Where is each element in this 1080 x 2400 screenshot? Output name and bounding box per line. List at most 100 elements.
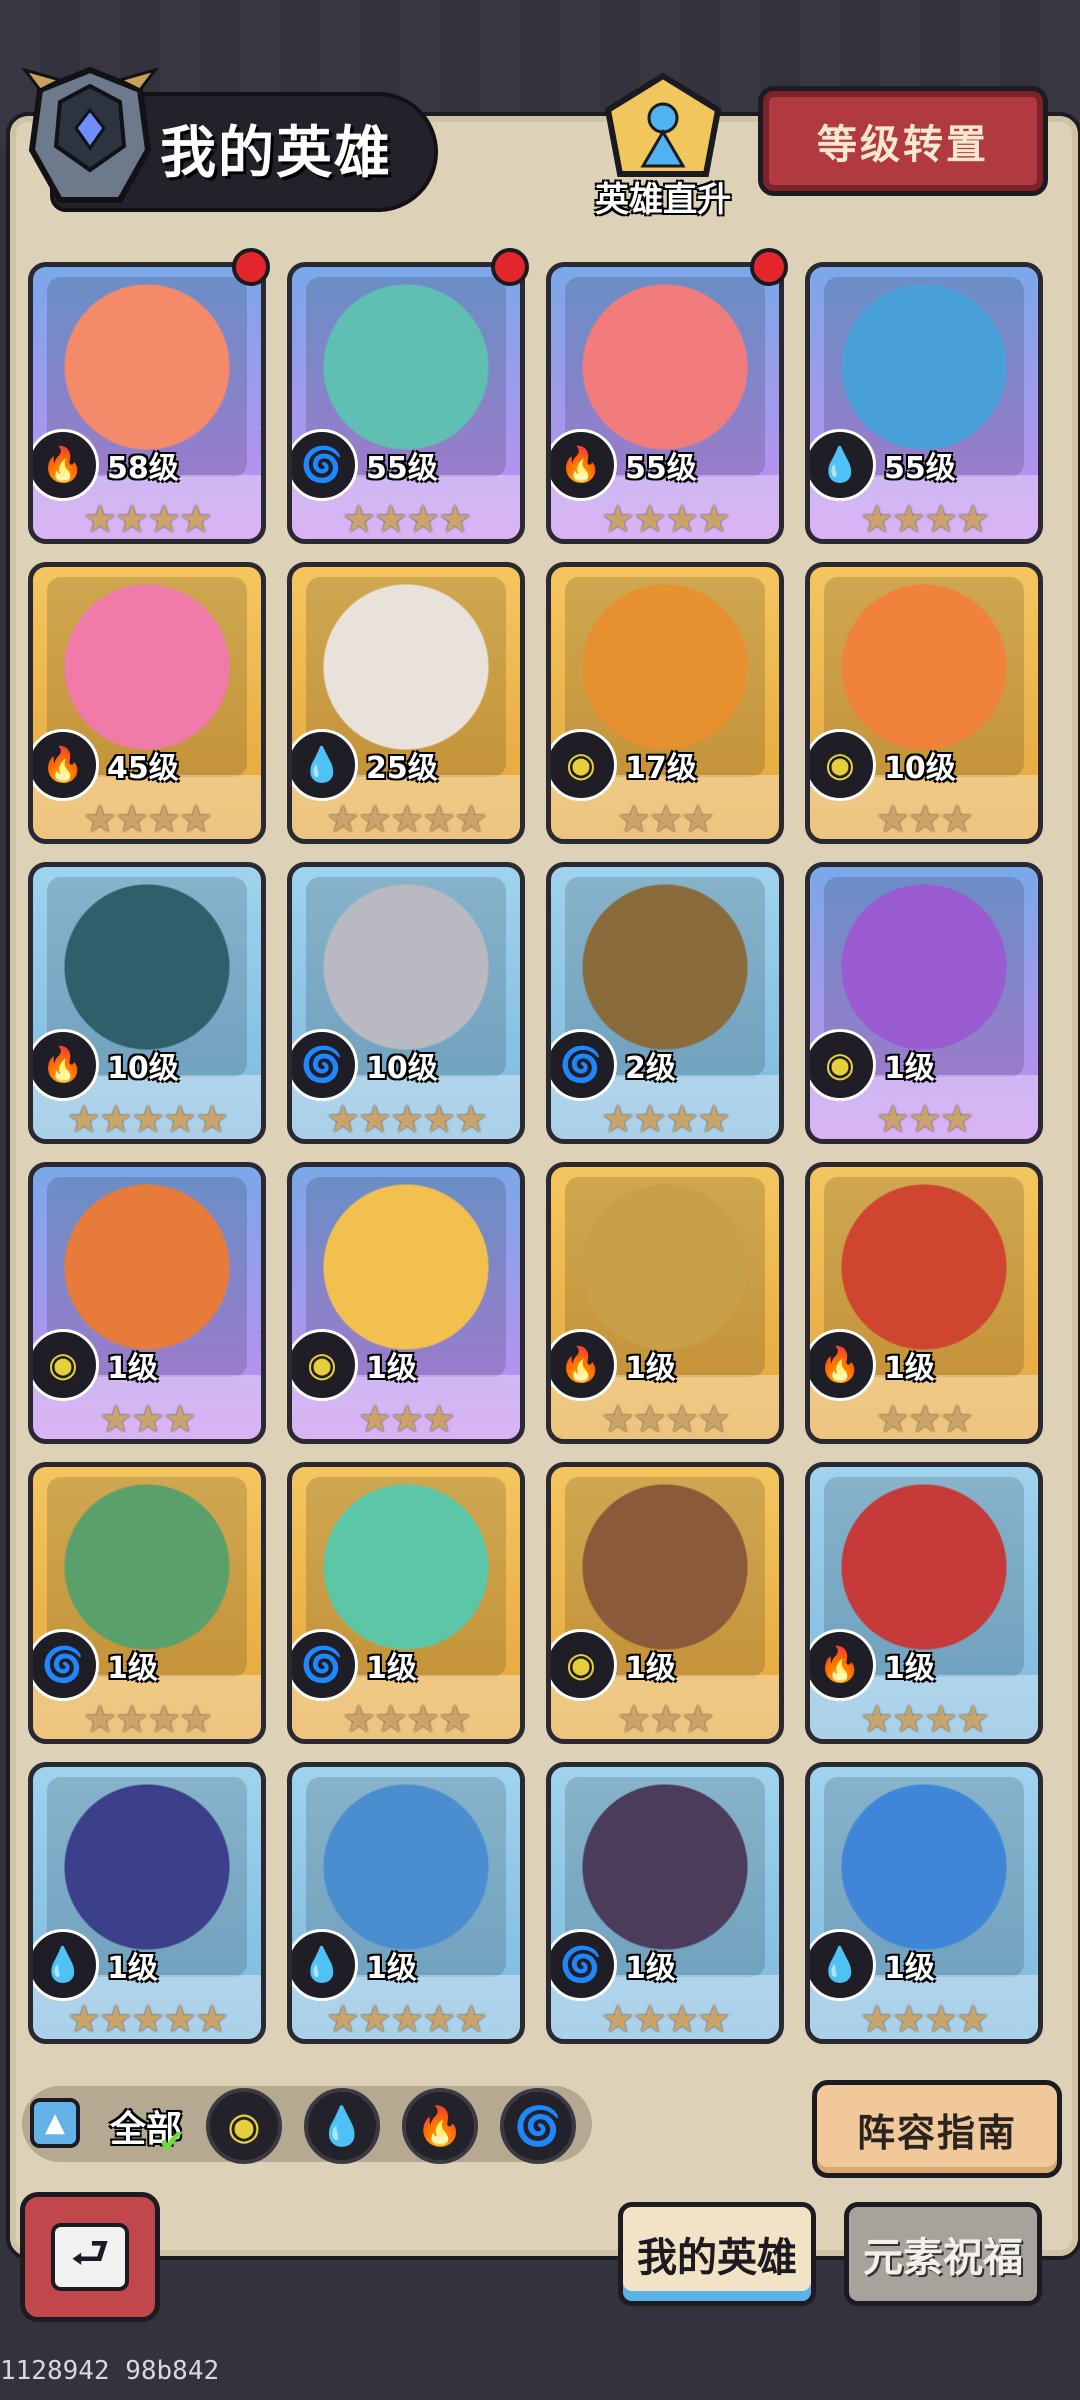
star-rating: ★★★★	[600, 497, 731, 541]
hero-direct-up-label: 英雄直升	[595, 180, 731, 220]
hero-card[interactable]: 🌀 1级 ★★★★	[28, 1462, 266, 1744]
fire-element-icon: 🔥	[33, 1029, 99, 1101]
star-rating: ★★★★	[341, 497, 472, 541]
filter-earth-icon[interactable]: ◉	[206, 2088, 282, 2164]
earth-element-icon: ◉	[810, 1029, 876, 1101]
level-transfer-button[interactable]: 等级转置	[758, 86, 1048, 196]
fire-element-icon: 🔥	[810, 1329, 876, 1401]
earth-element-icon: ◉	[33, 1329, 99, 1401]
hero-level: 1级	[625, 1951, 676, 1986]
tab-element-blessing-label: 元素祝福	[863, 2235, 1023, 2281]
hero-level: 10级	[107, 1051, 179, 1086]
hero-card[interactable]: 🔥 1级 ★★★★	[546, 1162, 784, 1444]
back-arrow-icon: ⮐	[51, 2223, 129, 2291]
fire-element-icon: 🔥	[33, 429, 99, 501]
star-rating: ★★★	[875, 797, 974, 841]
hero-level: 58级	[107, 451, 179, 486]
hero-card[interactable]: 🔥 58级 ★★★★	[28, 262, 266, 544]
star-rating: ★★★★	[600, 1997, 731, 2041]
hero-card[interactable]: 🔥 55级 ★★★★	[546, 262, 784, 544]
hero-level: 1级	[107, 1351, 158, 1386]
filter-fire-icon[interactable]: 🔥	[402, 2088, 478, 2164]
hero-card[interactable]: 🔥 10级 ★★★★★	[28, 862, 266, 1144]
page-title: 我的英雄	[160, 121, 392, 186]
hero-card[interactable]: ◉ 1级 ★★★	[28, 1162, 266, 1444]
hero-level: 1级	[884, 1351, 935, 1386]
lineup-guide-button[interactable]: 阵容指南	[812, 2080, 1062, 2178]
star-rating: ★★★★★	[325, 1997, 488, 2041]
star-rating: ★★★★	[859, 1997, 990, 2041]
star-rating: ★★★★	[600, 1097, 731, 1141]
tab-my-heroes[interactable]: 我的英雄	[618, 2202, 816, 2306]
hero-level: 1级	[884, 1951, 935, 1986]
hero-card[interactable]: 🌀 1级 ★★★★	[546, 1762, 784, 2044]
hero-card[interactable]: 🔥 45级 ★★★★	[28, 562, 266, 844]
hero-level: 45级	[107, 751, 179, 786]
hero-card[interactable]: 🌀 2级 ★★★★	[546, 862, 784, 1144]
fire-element-icon: 🔥	[551, 1329, 617, 1401]
hero-card[interactable]: 🌀 10级 ★★★★★	[287, 862, 525, 1144]
hero-card[interactable]: 🌀 55级 ★★★★	[287, 262, 525, 544]
star-rating: ★★★	[616, 797, 715, 841]
filter-wind-icon[interactable]: 🌀	[500, 2088, 576, 2164]
star-rating: ★★★★★	[325, 1097, 488, 1141]
notification-dot	[491, 248, 529, 286]
hero-card[interactable]: ◉ 1级 ★★★	[287, 1162, 525, 1444]
hero-level: 1级	[366, 1651, 417, 1686]
hero-level: 1级	[625, 1651, 676, 1686]
wind-element-icon: 🌀	[292, 1629, 358, 1701]
wind-element-icon: 🌀	[292, 1029, 358, 1101]
notification-dot	[232, 248, 270, 286]
tab-my-heroes-label: 我的英雄	[637, 2235, 797, 2281]
hero-level: 1级	[884, 1051, 935, 1086]
hero-level: 1级	[107, 1651, 158, 1686]
hero-card[interactable]: ◉ 1级 ★★★	[546, 1462, 784, 1744]
hero-card[interactable]: 🔥 1级 ★★★★	[805, 1462, 1043, 1744]
hero-level: 55级	[366, 451, 438, 486]
star-rating: ★★★★	[600, 1397, 731, 1441]
hero-level: 10级	[366, 1051, 438, 1086]
hero-card[interactable]: 🌀 1级 ★★★★	[287, 1462, 525, 1744]
water-element-icon: 💧	[810, 1929, 876, 2001]
hero-level: 55级	[625, 451, 697, 486]
filter-water-icon[interactable]: 💧	[304, 2088, 380, 2164]
hero-card[interactable]: ◉ 17级 ★★★	[546, 562, 784, 844]
hero-card[interactable]: 💧 1级 ★★★★	[805, 1762, 1043, 2044]
hero-card[interactable]: ◉ 1级 ★★★	[805, 862, 1043, 1144]
wind-element-icon: 🌀	[551, 1929, 617, 2001]
wind-element-icon: 🌀	[33, 1629, 99, 1701]
hero-card[interactable]: 🔥 1级 ★★★	[805, 1162, 1043, 1444]
star-rating: ★★★★	[859, 497, 990, 541]
hero-direct-up-button[interactable]: 英雄直升	[588, 70, 738, 220]
star-rating: ★★★★	[82, 497, 213, 541]
fire-element-icon: 🔥	[33, 729, 99, 801]
back-button[interactable]: ⮐	[20, 2192, 160, 2322]
tab-element-blessing[interactable]: 元素祝福	[844, 2202, 1042, 2306]
star-rating: ★★★★★	[325, 797, 488, 841]
water-element-icon: 💧	[292, 1929, 358, 2001]
hero-card[interactable]: ◉ 10级 ★★★	[805, 562, 1043, 844]
water-element-icon: 💧	[33, 1929, 99, 2001]
hero-card[interactable]: 💧 1级 ★★★★★	[287, 1762, 525, 2044]
level-transfer-label: 等级转置	[817, 122, 989, 168]
hero-card[interactable]: 💧 1级 ★★★★★	[28, 1762, 266, 2044]
hero-level: 1级	[366, 1951, 417, 1986]
hero-up-icon	[604, 72, 722, 177]
build-id: 1128942 98b842	[0, 2356, 220, 2386]
water-element-icon: 💧	[810, 429, 876, 501]
wind-element-icon: 🌀	[551, 1029, 617, 1101]
earth-element-icon: ◉	[810, 729, 876, 801]
star-rating: ★★★★★	[66, 1997, 229, 2041]
earth-element-icon: ◉	[551, 1629, 617, 1701]
hero-level: 1级	[366, 1351, 417, 1386]
hero-level: 17级	[625, 751, 697, 786]
check-icon: ✔	[158, 2122, 187, 2162]
star-rating: ★★★★	[341, 1697, 472, 1741]
collapse-up-button[interactable]: ▲	[30, 2098, 80, 2148]
fire-element-icon: 🔥	[551, 429, 617, 501]
star-rating: ★★★	[616, 1697, 715, 1741]
star-rating: ★★★	[357, 1397, 456, 1441]
hero-card[interactable]: 💧 55级 ★★★★	[805, 262, 1043, 544]
earth-element-icon: ◉	[292, 1329, 358, 1401]
hero-card[interactable]: 💧 25级 ★★★★★	[287, 562, 525, 844]
